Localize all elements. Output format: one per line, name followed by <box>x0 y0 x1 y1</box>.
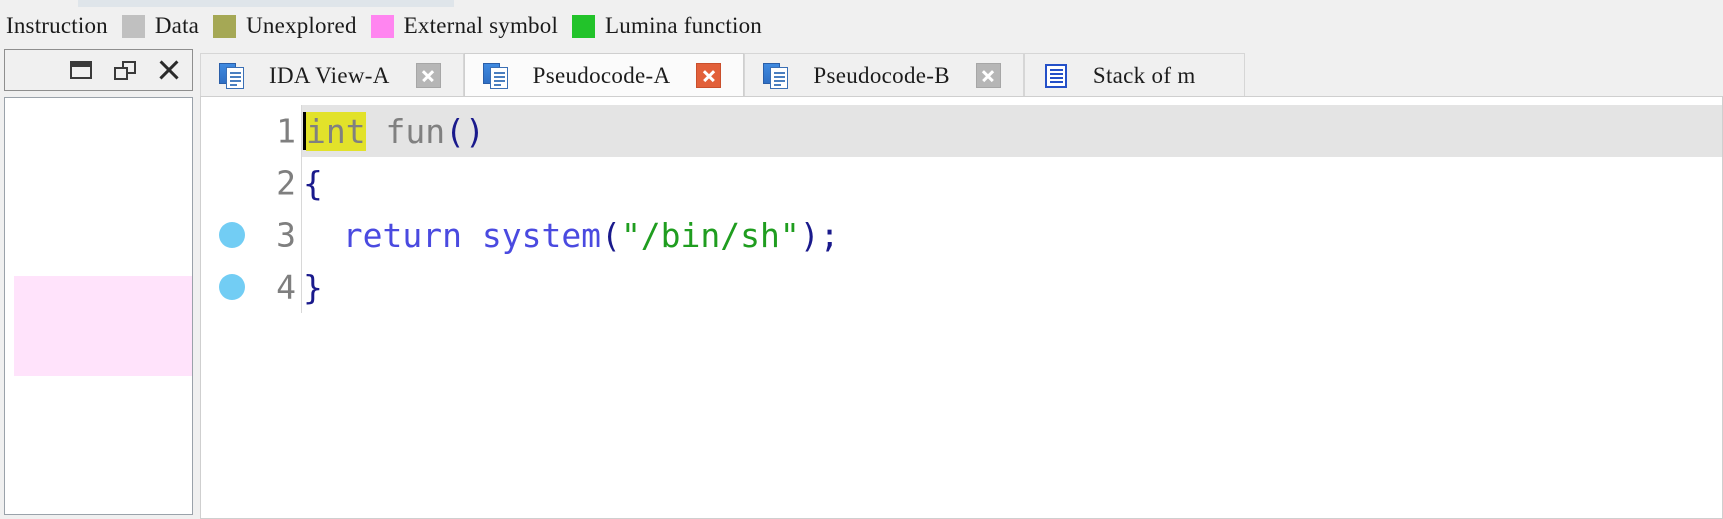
ida-pro-window: Instruction Data Unexplored External symbol… <box>0 0 1723 519</box>
tab-pseudocode-b[interactable]: Pseudocode-B <box>744 53 1024 97</box>
code-line[interactable]: 2{ <box>201 157 1722 209</box>
gutter-separator <box>301 209 302 261</box>
tab-label: Pseudocode-A <box>532 62 671 88</box>
line-gutter[interactable]: 4 <box>201 261 301 313</box>
stack-icon <box>1043 63 1069 89</box>
line-gutter[interactable]: 1 <box>201 105 301 157</box>
code-token: ) <box>799 215 820 255</box>
document-icon <box>219 62 245 89</box>
tab-label: Pseudocode-B <box>813 62 950 88</box>
tab-close-icon[interactable] <box>415 63 441 88</box>
line-number: 1 <box>276 111 296 151</box>
legend-label: External symbol <box>403 13 559 38</box>
code-text[interactable]: { <box>301 157 1722 209</box>
document-icon <box>763 62 789 89</box>
gutter-separator <box>301 157 302 209</box>
navigator-titlebar <box>4 49 193 91</box>
code-line[interactable]: 1 int fun() <box>201 105 1722 157</box>
legend-label: Instruction <box>6 13 108 38</box>
code-token: fun <box>385 111 446 151</box>
legend-swatch-external-symbol <box>370 14 394 38</box>
tab-pseudocode-a[interactable]: Pseudocode-A <box>463 53 745 97</box>
tab-close-icon[interactable] <box>696 63 722 88</box>
tab-close-icon[interactable] <box>975 63 1001 88</box>
code-line-list: 1 int fun() 2{3 return system("/bin/sh"); 4… <box>201 105 1722 313</box>
gutter-separator <box>301 261 302 313</box>
breakpoint-marker-icon[interactable] <box>219 274 245 300</box>
gutter-separator <box>301 105 302 157</box>
close-icon <box>158 59 180 81</box>
line-number: 4 <box>276 267 296 307</box>
tab-label: IDA View-A <box>269 62 390 88</box>
navigator-external-symbol-band <box>14 276 192 376</box>
tab-stack-of-m[interactable]: Stack of m <box>1023 53 1245 97</box>
tab-label: Stack of m <box>1092 62 1196 88</box>
code-text[interactable]: } <box>301 261 1722 313</box>
code-token: ; <box>819 215 840 255</box>
code-text[interactable]: int fun() <box>301 105 1722 157</box>
code-token: int <box>306 111 366 151</box>
legend-label: Lumina function <box>605 13 762 38</box>
restore-icon <box>70 61 92 79</box>
breakpoint-marker-icon[interactable] <box>219 222 245 248</box>
code-token: "/bin/sh" <box>620 215 800 255</box>
legend-swatch-data <box>121 14 145 38</box>
cascade-icon <box>114 60 136 80</box>
close-button[interactable] <box>156 57 182 83</box>
code-token: () <box>445 111 485 151</box>
line-gutter[interactable]: 2 <box>201 157 301 209</box>
legend-label: Data <box>154 13 200 38</box>
work-area: IDA View-A Pseudocode-A Pseudocode-B Stack … <box>0 45 1723 519</box>
tab-ida-view-a[interactable]: IDA View-A <box>200 53 464 97</box>
code-token: system <box>481 215 602 255</box>
code-token: { <box>303 163 323 203</box>
code-token: return <box>342 215 462 255</box>
line-number: 2 <box>276 163 296 203</box>
navigator-dock <box>0 45 196 519</box>
toolbar-strip <box>78 0 454 7</box>
code-token: } <box>303 267 323 307</box>
pseudocode-editor[interactable]: 1 int fun() 2{3 return system("/bin/sh"); 4… <box>200 96 1723 519</box>
editor-tab-bar: IDA View-A Pseudocode-A Pseudocode-B Stack … <box>200 51 1723 97</box>
color-legend-bar: Instruction Data Unexplored External symbol… <box>0 7 1723 45</box>
restore-button[interactable] <box>68 57 94 83</box>
code-line[interactable]: 3 return system("/bin/sh"); <box>201 209 1722 261</box>
line-gutter[interactable]: 3 <box>201 209 301 261</box>
legend-swatch-unexplored <box>213 14 237 38</box>
legend-swatch-lumina-function <box>572 14 596 38</box>
code-line[interactable]: 4} <box>201 261 1722 313</box>
navigator-panel[interactable] <box>4 97 193 515</box>
document-icon <box>482 62 509 89</box>
code-token: ( <box>601 215 621 255</box>
editor-dock: IDA View-A Pseudocode-A Pseudocode-B Stack … <box>200 45 1723 519</box>
legend-label: Unexplored <box>246 13 357 38</box>
line-number: 3 <box>276 215 296 255</box>
code-text[interactable]: return system("/bin/sh"); <box>301 209 1722 261</box>
cascade-button[interactable] <box>112 57 138 83</box>
